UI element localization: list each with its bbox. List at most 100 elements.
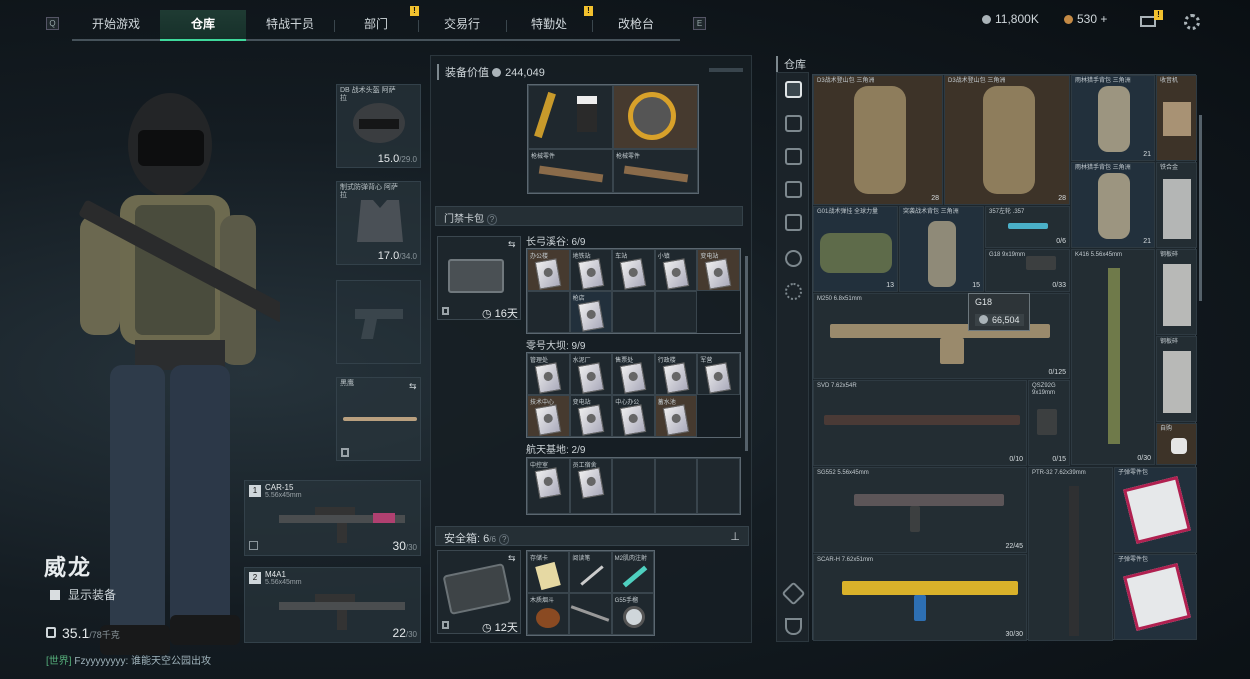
keycard-cell[interactable]: 中控室 xyxy=(527,458,570,514)
medical-category-icon[interactable] xyxy=(785,214,802,231)
keycard-cell[interactable]: 水泥厂 xyxy=(569,353,613,395)
keycard-cell[interactable]: 小镇 xyxy=(654,249,698,291)
layers-icon[interactable] xyxy=(781,581,806,606)
keycard-cell-empty[interactable] xyxy=(697,458,740,514)
help-icon[interactable]: ? xyxy=(498,534,510,545)
rifle-item[interactable]: SG552 5.56x45mm 22/45 xyxy=(813,467,1027,553)
keycard-cell[interactable]: 变电站 xyxy=(697,249,740,291)
steel-plate-item[interactable]: 钢板碎 xyxy=(1156,336,1197,422)
world-chat[interactable]: [世界] Fzyyyyyyyy: 谁能天空公园出攻 xyxy=(46,652,211,667)
weapon-category-icon[interactable] xyxy=(785,115,802,132)
tab-operators[interactable]: 特战干员 xyxy=(246,10,334,41)
keycard-cell[interactable]: 变电站 xyxy=(569,395,613,437)
keycard-cell[interactable]: 行政楼 xyxy=(654,353,698,395)
pin-icon[interactable]: ⊥ xyxy=(730,530,740,543)
help-icon[interactable]: ? xyxy=(486,214,498,225)
backpack-item[interactable]: 雨林猎手背包 三角洲 21 xyxy=(1071,75,1155,161)
keycard-cell[interactable]: 蓄水池 xyxy=(654,395,698,437)
keycard-cell-empty[interactable] xyxy=(612,458,655,514)
ammo-kit-item[interactable]: 子弹零件包 xyxy=(1114,554,1197,640)
pistol-item[interactable]: G18 9x19mm 0/33 xyxy=(985,249,1070,292)
rifle-item[interactable]: K416 5.56x45mm 0/30 xyxy=(1071,249,1155,465)
keycard-cell[interactable]: 车站 xyxy=(612,249,655,291)
rifle-item[interactable]: PTR-32 7.62x39mm xyxy=(1028,467,1113,641)
swap-icon[interactable]: ⇆ xyxy=(508,553,516,564)
safebox-item[interactable]: M2肌肉注射 xyxy=(611,551,654,593)
keycard-cell[interactable]: 管理处 xyxy=(527,353,570,395)
backpack-item[interactable]: 枪械零件 xyxy=(528,149,613,193)
safebox-item[interactable]: G55手榴 xyxy=(611,593,654,635)
keycard-cell-empty[interactable] xyxy=(654,291,698,333)
gold-currency[interactable]: 530 + xyxy=(1064,12,1107,26)
tab-gunsmith[interactable]: 改枪台 xyxy=(592,10,680,41)
safebox-item[interactable]: 阅读笔 xyxy=(569,551,612,593)
settings-icon[interactable] xyxy=(785,283,802,300)
backpack-item[interactable]: 突袭战术背包 三角洲 15 xyxy=(899,206,984,292)
warehouse-scrollbar[interactable] xyxy=(1199,115,1202,301)
all-items-icon[interactable] xyxy=(785,81,802,98)
keycard-cell[interactable]: 技术中心 xyxy=(527,395,570,437)
melee-slot[interactable]: 黑鹰 ⇆ xyxy=(336,377,421,461)
backpack-item[interactable]: D3战术登山包 三角洲 28 xyxy=(813,75,943,205)
map-longbow-grid: 办公楼 地铁站 车站 小镇 变电站 枪店 xyxy=(526,248,741,334)
keycard-cell[interactable]: 地铁站 xyxy=(569,249,613,291)
carry-weight: 35.1/78千克 xyxy=(46,625,120,641)
pistol-slot-empty[interactable] xyxy=(336,280,421,364)
armor-category-icon[interactable] xyxy=(785,148,802,165)
safebox-item[interactable]: 木质烟斗 xyxy=(527,593,570,635)
armor-slot[interactable]: 制式防弹背心 阿萨拉 17.0/34.0 xyxy=(336,181,421,265)
machinegun-item[interactable]: M250 6.8x51mm 0/125 xyxy=(813,293,1070,379)
rifle-item[interactable]: SCAR-H 7.62x51mm 30/30 xyxy=(813,554,1027,641)
map-spacecity-label: 航天基地: 2/9 xyxy=(526,445,586,456)
revolver-item[interactable]: 357左轮 .357 0/6 xyxy=(985,206,1070,248)
alloy-item[interactable]: 铁合金 xyxy=(1156,162,1197,248)
gear-icon[interactable] xyxy=(1184,14,1200,30)
backpack-item[interactable]: D3战术登山包 三角洲 28 xyxy=(944,75,1070,205)
primary-weapon-slot[interactable]: 1 CAR-15 5.56x45mm 30/30 xyxy=(244,480,421,556)
keycard-cell-empty[interactable] xyxy=(654,458,698,514)
keycard-cell[interactable]: 枪店 xyxy=(569,291,613,333)
pistol-item[interactable]: QSZ92G 9x19mm 0/15 xyxy=(1028,380,1070,466)
ammo-kit-item[interactable]: 子弹零件包 xyxy=(1114,467,1197,553)
keycard-cell-empty[interactable] xyxy=(527,291,570,333)
keycard-cell-empty[interactable] xyxy=(612,291,655,333)
keycard-cell[interactable]: 员工宿舍 xyxy=(569,458,613,514)
keycard-cell[interactable]: 售票处 xyxy=(612,353,655,395)
keycard-cell[interactable]: 中心办公 xyxy=(612,395,655,437)
safebox-item[interactable]: 存储卡 xyxy=(527,551,570,593)
secondary-weapon-slot[interactable]: 2 M4A1 5.56x45mm 22/30 xyxy=(244,567,421,643)
backpack-item[interactable]: 雨林猎手背包 三角洲 21 xyxy=(1071,162,1155,248)
chest-rig-item[interactable]: G01战术弹挂 全球力量 13 xyxy=(813,206,898,292)
backpack-item[interactable]: 枪械零件 xyxy=(613,149,698,193)
keycard-case[interactable]: ⇆ ◷ 16天 xyxy=(437,236,521,320)
safebox-case[interactable]: ⇆ ◷ 12天 xyxy=(437,550,521,634)
gift-item[interactable]: 自购 xyxy=(1156,423,1197,465)
keycard-scrollbar[interactable] xyxy=(745,256,748,451)
ammo-category-icon[interactable] xyxy=(785,181,802,198)
keycard-cell[interactable]: 办公楼 xyxy=(527,249,570,291)
checkbox-icon[interactable] xyxy=(50,590,60,600)
sort-icon[interactable] xyxy=(785,618,802,635)
sniper-item[interactable]: SVD 7.62x54R 0/10 xyxy=(813,380,1027,466)
radio-item[interactable]: 收音机 xyxy=(1156,75,1197,161)
armor-durability: 17.0/34.0 xyxy=(377,250,417,262)
tab-trade[interactable]: 交易行 xyxy=(418,10,506,41)
swap-icon[interactable]: ⇆ xyxy=(409,381,417,392)
keycard-cell[interactable]: 军营 xyxy=(697,353,740,395)
tab-special-ops[interactable]: 特勤处 xyxy=(506,10,592,41)
lock-icon[interactable] xyxy=(785,250,802,267)
show-gear-toggle[interactable]: 显示装备 xyxy=(50,586,116,603)
backpack-item[interactable] xyxy=(528,85,613,149)
ammo-case-icon xyxy=(1123,476,1191,544)
nav-next-key[interactable]: E xyxy=(693,17,706,30)
tab-department[interactable]: 部门 xyxy=(334,10,418,41)
tab-warehouse[interactable]: 仓库 xyxy=(160,10,246,41)
safebox-item[interactable] xyxy=(569,593,612,635)
tab-start-game[interactable]: 开始游戏 xyxy=(72,10,160,41)
steel-plate-item[interactable]: 钢板碎 xyxy=(1156,249,1197,335)
kit-icon xyxy=(577,96,597,132)
swap-icon[interactable]: ⇆ xyxy=(508,239,516,250)
helmet-slot[interactable]: DB 战术头盔 阿萨拉 15.0/29.0 xyxy=(336,84,421,168)
nav-prev-key[interactable]: Q xyxy=(46,17,59,30)
backpack-item[interactable] xyxy=(613,85,698,149)
